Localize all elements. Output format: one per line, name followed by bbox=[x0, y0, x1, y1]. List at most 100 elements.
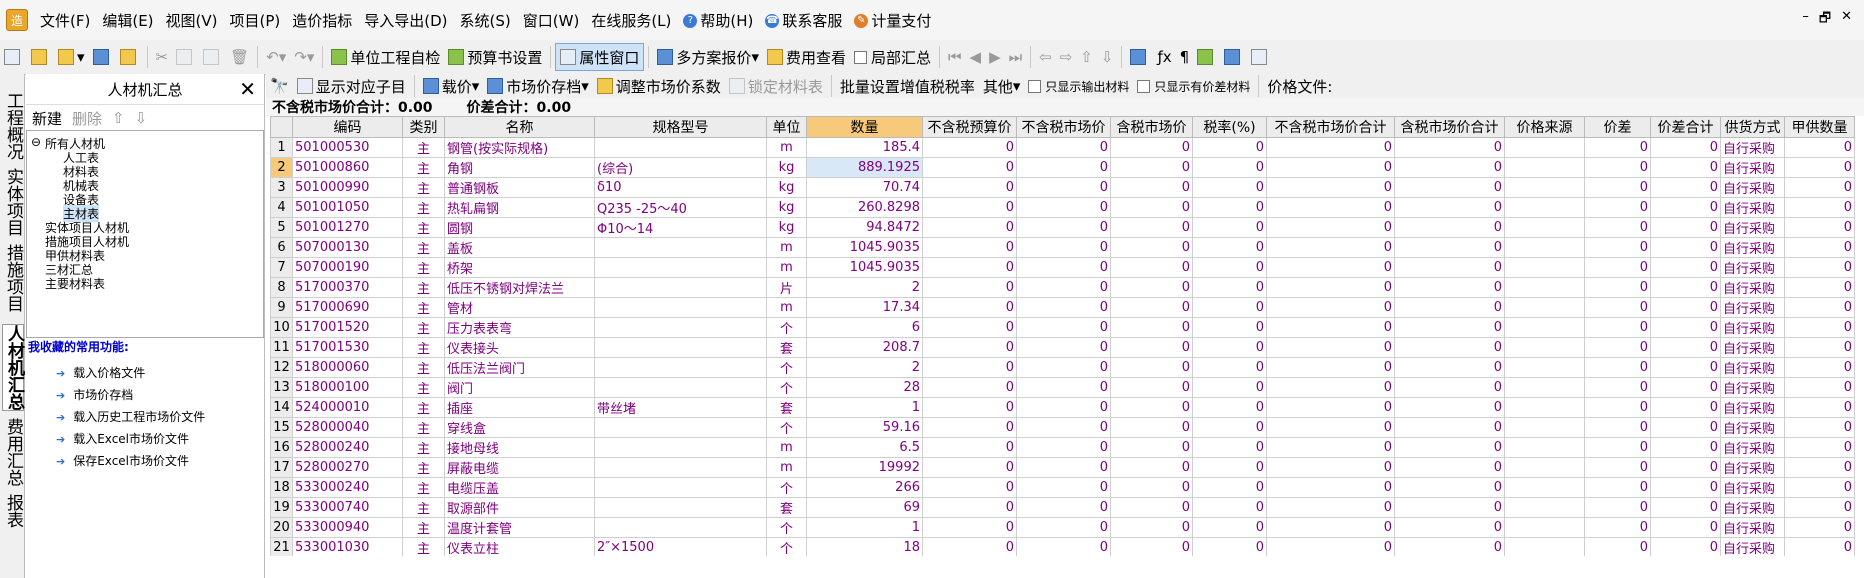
table-cell[interactable]: 个 bbox=[766, 477, 807, 498]
table-cell[interactable]: 0 bbox=[1192, 237, 1267, 258]
table-cell[interactable]: 0 bbox=[1192, 477, 1267, 498]
budget-settings-button[interactable]: 预算书设置 bbox=[444, 44, 546, 70]
table-cell[interactable] bbox=[1504, 257, 1585, 278]
table-cell[interactable]: 屏蔽电缆 bbox=[444, 457, 595, 478]
table-cell[interactable]: 0 bbox=[1266, 437, 1395, 458]
table-row[interactable]: 9 517000690 主管材 m 17.34 0 0 0 0 0 0 0 0 自行采购 0 bbox=[270, 297, 1855, 318]
column-header[interactable]: 不含税市场价合计 bbox=[1266, 116, 1395, 138]
paste-button[interactable] bbox=[199, 44, 226, 70]
table-cell[interactable]: 主 bbox=[402, 477, 445, 498]
table-cell[interactable]: 0 bbox=[1266, 137, 1395, 158]
table-cell[interactable]: 0 bbox=[1016, 477, 1111, 498]
table-cell[interactable]: 0 bbox=[1784, 237, 1855, 258]
table-cell[interactable]: 501001050 bbox=[292, 197, 403, 218]
table-cell[interactable] bbox=[1504, 397, 1585, 418]
table-cell[interactable]: 自行采购 bbox=[1720, 537, 1785, 558]
column-header[interactable]: 编码 bbox=[292, 116, 403, 138]
table-cell[interactable]: 0 bbox=[1110, 257, 1193, 278]
table-cell[interactable]: 0 bbox=[1016, 457, 1111, 478]
table-cell[interactable]: m bbox=[766, 437, 807, 458]
table-cell[interactable]: 0 bbox=[1110, 317, 1193, 338]
table-cell[interactable]: kg bbox=[766, 177, 807, 198]
table-cell[interactable]: 0 bbox=[1016, 357, 1111, 378]
table-cell[interactable]: 518000060 bbox=[292, 357, 403, 378]
table-cell[interactable]: 0 bbox=[922, 417, 1017, 438]
table-cell[interactable] bbox=[1504, 417, 1585, 438]
table-cell[interactable]: 19992 bbox=[806, 457, 923, 478]
table-cell[interactable]: m bbox=[766, 137, 807, 158]
table-cell[interactable]: 0 bbox=[1394, 417, 1505, 438]
table-cell[interactable] bbox=[1504, 137, 1585, 158]
table-cell[interactable]: 0 bbox=[1784, 137, 1855, 158]
table-cell[interactable]: 0 bbox=[1584, 437, 1651, 458]
table-cell[interactable]: 主 bbox=[402, 437, 445, 458]
menu-edit[interactable]: 编辑(E) bbox=[96, 10, 159, 31]
menu-view[interactable]: 视图(V) bbox=[160, 10, 224, 31]
table-cell[interactable]: 0 bbox=[1784, 537, 1855, 558]
table-cell[interactable]: 518000100 bbox=[292, 377, 403, 398]
grid-button[interactable] bbox=[1247, 44, 1274, 70]
column-header[interactable]: 不含税预算价 bbox=[922, 116, 1017, 138]
table-cell[interactable]: 528000040 bbox=[292, 417, 403, 438]
local-summary-checkbox[interactable] bbox=[853, 50, 867, 64]
table-cell[interactable]: 0 bbox=[1650, 537, 1721, 558]
table-cell[interactable]: 0 bbox=[1266, 237, 1395, 258]
table-cell[interactable]: 1 bbox=[806, 517, 923, 538]
table-cell[interactable]: 0 bbox=[922, 237, 1017, 258]
table-cell[interactable]: 自行采购 bbox=[1720, 417, 1785, 438]
table-cell[interactable]: 自行采购 bbox=[1720, 217, 1785, 238]
table-cell[interactable]: 自行采购 bbox=[1720, 437, 1785, 458]
table-cell[interactable]: 主 bbox=[402, 497, 445, 518]
table-row[interactable]: 21 533001030 主仪表立柱 2″×1500 个 18 0 0 0 0 0 0 0 0 自行采购 0 bbox=[270, 537, 1855, 558]
table-cell[interactable]: 桥架 bbox=[444, 257, 595, 278]
table-cell[interactable]: 0 bbox=[1650, 197, 1721, 218]
table-cell[interactable]: 0 bbox=[1394, 537, 1505, 558]
table-row[interactable]: 14 524000010 主插座 带丝堵套 1 0 0 0 0 0 0 0 0 自行采购 0 bbox=[270, 397, 1855, 418]
table-cell[interactable]: 0 bbox=[1650, 217, 1721, 238]
menu-payment[interactable]: ✎ 计量支付 bbox=[848, 10, 937, 31]
table-cell[interactable]: 0 bbox=[1784, 177, 1855, 198]
table-cell[interactable]: 自行采购 bbox=[1720, 317, 1785, 338]
paragraph-button[interactable]: ¶ bbox=[1176, 44, 1194, 70]
delete-panel-button[interactable]: 删除 bbox=[72, 108, 102, 129]
table-cell[interactable] bbox=[1504, 317, 1585, 338]
table-row[interactable]: 6 507000130 主盖板 m 1045.9035 0 0 0 0 0 0 0 0 自行采购 0 bbox=[270, 237, 1855, 258]
table-cell[interactable]: 0 bbox=[922, 217, 1017, 238]
table-cell[interactable]: 0 bbox=[1650, 377, 1721, 398]
table-cell[interactable] bbox=[1504, 517, 1585, 538]
table-row[interactable]: 16 528000240 主接地母线 m 6.5 0 0 0 0 0 0 0 0 自行采购 0 bbox=[270, 437, 1855, 458]
table-cell[interactable]: 0 bbox=[1584, 457, 1651, 478]
table-cell[interactable]: 0 bbox=[1110, 197, 1193, 218]
table-cell[interactable]: 个 bbox=[766, 517, 807, 538]
table-cell[interactable]: 0 bbox=[1584, 417, 1651, 438]
table-cell[interactable]: 0 bbox=[1110, 517, 1193, 538]
table-cell[interactable]: 带丝堵 bbox=[594, 397, 767, 418]
table-cell[interactable]: 插座 bbox=[444, 397, 595, 418]
table-cell[interactable]: 507000190 bbox=[292, 257, 403, 278]
table-cell[interactable]: 0 bbox=[1266, 397, 1395, 418]
table-cell[interactable] bbox=[1504, 197, 1585, 218]
table-cell[interactable]: 0 bbox=[922, 497, 1017, 518]
table-cell[interactable]: 主 bbox=[402, 217, 445, 238]
redo-button[interactable]: ↷▾ bbox=[290, 44, 318, 70]
table-cell[interactable]: 0 bbox=[1110, 357, 1193, 378]
table-cell[interactable]: 0 bbox=[1266, 537, 1395, 558]
table-cell[interactable]: 0 bbox=[1266, 297, 1395, 318]
table-cell[interactable]: 0 bbox=[1394, 217, 1505, 238]
other-button[interactable]: 其他 ▾ bbox=[979, 73, 1025, 99]
table-cell[interactable]: 0 bbox=[1110, 237, 1193, 258]
table-cell[interactable]: 0 bbox=[922, 457, 1017, 478]
table-cell[interactable]: 自行采购 bbox=[1720, 497, 1785, 518]
table-cell[interactable]: 0 bbox=[1110, 497, 1193, 518]
table-cell[interactable]: 0 bbox=[1784, 457, 1855, 478]
table-cell[interactable]: 1045.9035 bbox=[806, 237, 923, 258]
column-header[interactable]: 价差 bbox=[1584, 116, 1651, 138]
table-cell[interactable]: 0 bbox=[1650, 317, 1721, 338]
table-cell[interactable]: 17.34 bbox=[806, 297, 923, 318]
table-cell[interactable]: 0 bbox=[1016, 517, 1111, 538]
table-row[interactable]: 13 518000100 主阀门个 28 0 0 0 0 0 0 0 0 自行采购 0 bbox=[270, 377, 1855, 398]
table-cell[interactable]: 仪表立柱 bbox=[444, 537, 595, 558]
property-window-button[interactable]: 属性窗口 bbox=[555, 43, 645, 71]
table-cell[interactable]: 18 bbox=[806, 537, 923, 558]
table-cell[interactable]: 0 bbox=[1266, 197, 1395, 218]
